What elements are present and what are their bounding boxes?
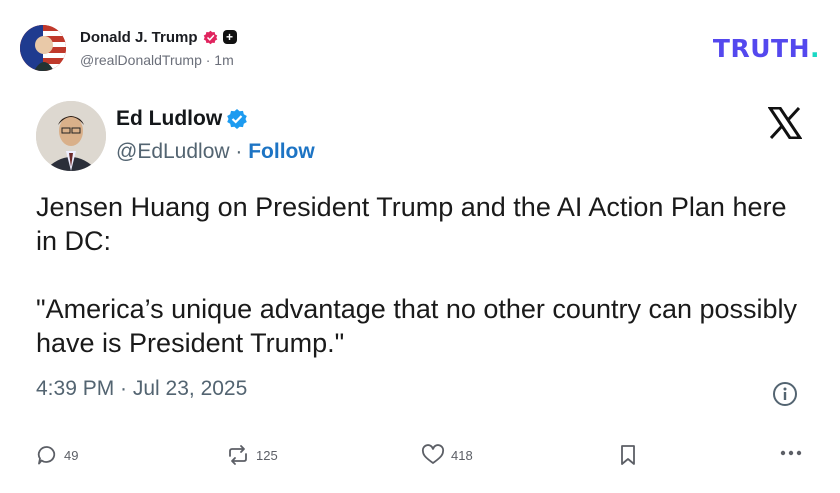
verified-badge-icon (203, 30, 217, 44)
reply-icon (37, 446, 56, 465)
author-name[interactable]: Donald J. Trump (80, 29, 198, 46)
bookmark-button[interactable] (618, 444, 644, 466)
ellipsis-icon (780, 450, 802, 456)
tweet-author-avatar (36, 101, 106, 171)
truth-logo-text: TRUTH (712, 34, 810, 63)
more-options-button[interactable] (780, 450, 808, 456)
like-count: 418 (451, 447, 473, 463)
author-handle-time: @realDonaldTrump · 1m (80, 51, 234, 68)
like-button[interactable]: 418 (421, 444, 473, 466)
reply-count: 49 (64, 447, 79, 463)
embedded-tweet-image: Ed Ludlow @EdLudlow · Follow Jensen Huan… (0, 95, 840, 425)
tweet-author-name: Ed Ludlow (116, 107, 223, 130)
avatar-image (20, 25, 66, 71)
retruth-button[interactable]: 125 (226, 444, 278, 466)
post-header: Donald J. Trump + @realDonaldTrump · 1m (20, 24, 237, 72)
author-avatar[interactable] (20, 25, 66, 71)
heart-icon (421, 444, 445, 464)
blue-verified-icon (227, 109, 247, 129)
author-line: Donald J. Trump + (80, 29, 237, 46)
tweet-handle: @EdLudlow · (116, 140, 249, 163)
tweet-paragraph-2: "America’s unique advantage that no othe… (36, 294, 798, 358)
info-icon (773, 382, 797, 406)
tweet-text: Jensen Huang on President Trump and the … (36, 190, 806, 394)
retruth-icon (229, 445, 247, 465)
tweet-timestamp: 4:39 PM · Jul 23, 2025 (36, 377, 248, 400)
author-block: Donald J. Trump + @realDonaldTrump · 1m (80, 29, 237, 68)
truth-logo-dot: . (810, 34, 820, 63)
tweet-author-name-line: Ed Ludlow (116, 107, 248, 131)
reply-button[interactable]: 49 (36, 444, 78, 466)
x-logo-icon (768, 107, 802, 139)
tweet-avatar-image (36, 101, 106, 171)
bookmark-icon (621, 445, 635, 465)
tweet-handle-line: @EdLudlow · Follow (116, 140, 315, 164)
post-action-bar: 49 125 418 (0, 444, 840, 474)
tweet-paragraph-1: Jensen Huang on President Trump and the … (36, 192, 787, 256)
tweet-follow-label: Follow (248, 140, 315, 163)
truth-logo: TRUTH. (713, 34, 820, 63)
subscriber-plus-icon: + (222, 30, 237, 44)
retruth-count: 125 (256, 447, 278, 463)
